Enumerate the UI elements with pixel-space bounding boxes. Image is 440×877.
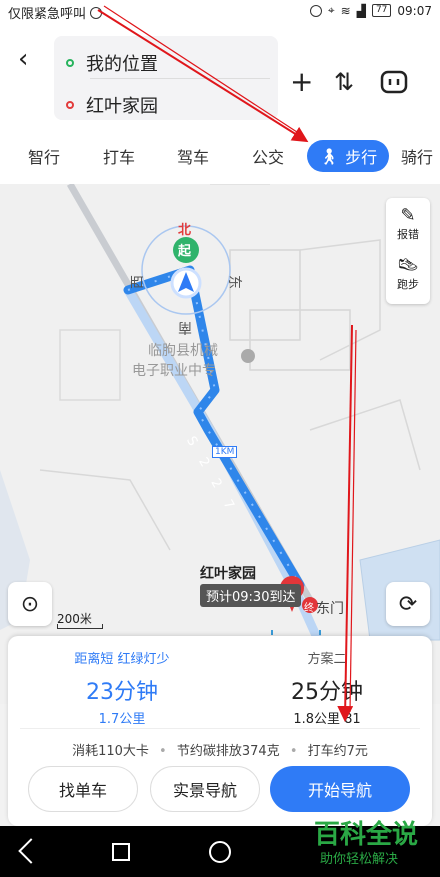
annotation-arrows (97, 5, 357, 722)
